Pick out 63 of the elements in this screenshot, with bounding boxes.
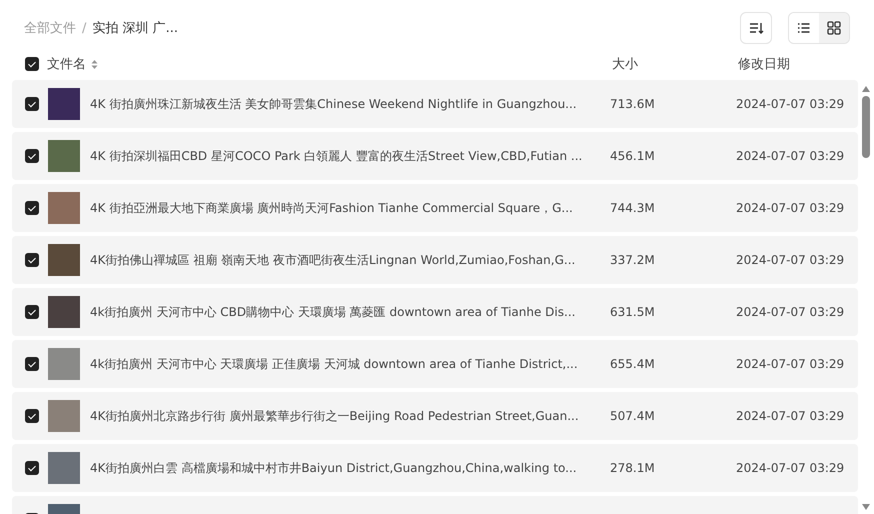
modified-date: 2024-07-07 03:29 bbox=[736, 305, 844, 319]
file-size: 337.2M bbox=[610, 253, 655, 267]
video-thumbnail bbox=[48, 244, 80, 276]
breadcrumb-item: 实拍 深圳 广... bbox=[92, 20, 178, 37]
file-name: 4K街拍廣州白雲 高檔廣場和城中村市井Baiyun District,Guangzhou,China,walking to... bbox=[90, 460, 577, 474]
video-thumbnail bbox=[48, 296, 80, 328]
file-name: 4K街拍廣州北京路步行街 廣州最繁華步行街之一Beijing Road Pedestrian Street,Guan... bbox=[90, 408, 579, 422]
file-size: 631.5M bbox=[610, 305, 655, 319]
file-row[interactable]: 4K街拍廣州北京路步行街 廣州最繁華步行街之一Beijing Road Pedestrian Street,Guan... 507.4M 2024-07-07 03:29 bbox=[12, 392, 858, 440]
video-thumbnail bbox=[48, 400, 80, 432]
column-header[interactable]: 大小 bbox=[612, 55, 738, 73]
file-size: 456.1M bbox=[610, 149, 655, 163]
scroll-down-icon[interactable] bbox=[862, 504, 870, 510]
video-thumbnail bbox=[48, 452, 80, 484]
scroll-up-icon[interactable] bbox=[862, 86, 870, 92]
grid-view-button[interactable] bbox=[819, 13, 849, 43]
video-thumbnail bbox=[48, 192, 80, 224]
file-row[interactable]: 4K街拍佛山禪城區 祖廟 嶺南天地 夜市酒吧街夜生活Lingnan World,Zumiao,Foshan,G... 337.2M 2024-07-07 03:29 bbox=[12, 236, 858, 284]
sort-arrows-icon[interactable] bbox=[91, 58, 98, 70]
row-checkbox[interactable] bbox=[25, 461, 39, 475]
sort-icon bbox=[748, 20, 764, 36]
modified-date: 2024-07-07 03:29 bbox=[736, 409, 844, 423]
file-name: 4K 街拍廣州珠江新城夜生活 美女帥哥雲集Chinese Weekend Nightlife in Guangzhou... bbox=[90, 96, 577, 110]
row-checkbox[interactable] bbox=[25, 409, 39, 423]
file-row[interactable]: 4K 街拍深圳福田CBD 星河COCO Park 白領麗人 豐富的夜生活Street View,CBD,Futian ... 456.1M 2024-07-07 03:29 bbox=[12, 132, 858, 180]
file-row[interactable]: 4K 街拍亞洲最大地下商業廣場 廣州時尚天河Fashion Tianhe Commercial Square，G... 744.3M 2024-07-07 03:29 bbox=[12, 184, 858, 232]
file-size: 655.4M bbox=[610, 357, 655, 371]
list-icon bbox=[797, 21, 811, 35]
row-checkbox[interactable] bbox=[25, 253, 39, 267]
row-checkbox[interactable] bbox=[25, 149, 39, 163]
file-name: 4k街拍廣州 天河市中心 CBD購物中心 天環廣場 萬菱匯 downtown area of Tianhe Dis... bbox=[90, 304, 576, 318]
grid-icon bbox=[827, 21, 841, 35]
modified-date: 2024-07-07 03:29 bbox=[736, 357, 844, 371]
row-checkbox[interactable] bbox=[25, 201, 39, 215]
file-name: 4K 街拍深圳福田CBD 星河COCO Park 白領麗人 豐富的夜生活Street View,CBD,Futian ... bbox=[90, 148, 582, 162]
file-row[interactable]: 4k街拍廣州 天河市中心 天環廣場 正佳廣場 天河城 downtown area of Tianhe District,... 655.4M 2024-07-07 03:29 bbox=[12, 340, 858, 388]
select-all-checkbox[interactable] bbox=[25, 57, 39, 71]
file-size: 278.1M bbox=[610, 461, 655, 475]
row-checkbox[interactable] bbox=[25, 97, 39, 111]
row-checkbox[interactable] bbox=[25, 357, 39, 371]
file-row[interactable]: 4K街拍廣州白雲 高檔廣場和城中村市井Baiyun District,Guangzhou,China,walking to... 278.1M 2024-07-07 03:29 bbox=[12, 444, 858, 492]
modified-date: 2024-07-07 03:29 bbox=[736, 201, 844, 215]
modified-date: 2024-07-07 03:29 bbox=[736, 461, 844, 475]
scrollbar-thumb[interactable] bbox=[862, 96, 870, 158]
file-size: 713.6M bbox=[610, 97, 655, 111]
breadcrumb-separator: / bbox=[82, 20, 86, 36]
modified-date: 2024-07-07 03:29 bbox=[736, 97, 844, 111]
sort-button[interactable] bbox=[740, 12, 772, 44]
file-row[interactable]: 4k街拍廣州 天河市中心 CBD購物中心 天環廣場 萬菱匯 downtown area of Tianhe Dis... 631.5M 2024-07-07 03:29 bbox=[12, 288, 858, 336]
modified-date: 2024-07-07 03:29 bbox=[736, 253, 844, 267]
file-size: 744.3M bbox=[610, 201, 655, 215]
modified-date: 2024-07-07 03:29 bbox=[736, 149, 844, 163]
row-checkbox[interactable] bbox=[25, 305, 39, 319]
file-name: 4K 街拍亞洲最大地下商業廣場 廣州時尚天河Fashion Tianhe Commercial Square，G... bbox=[90, 200, 573, 214]
video-thumbnail bbox=[48, 88, 80, 120]
video-thumbnail bbox=[48, 348, 80, 380]
file-row[interactable]: 4K 街拍廣州珠江新城夜生活 美女帥哥雲集Chinese Weekend Nightlife in Guangzhou... 713.6M 2024-07-07 03:29 bbox=[12, 80, 858, 128]
column-header[interactable]: 文件名 bbox=[47, 55, 86, 73]
file-name: 4k街拍廣州 天河市中心 天環廣場 正佳廣場 天河城 downtown area of Tianhe District,... bbox=[90, 356, 578, 370]
file-size: 507.4M bbox=[610, 409, 655, 423]
video-thumbnail bbox=[48, 140, 80, 172]
file-name: 4K街拍佛山禪城區 祖廟 嶺南天地 夜市酒吧街夜生活Lingnan World,Zumiao,Foshan,G... bbox=[90, 252, 576, 266]
column-header[interactable]: 修改日期 bbox=[738, 55, 790, 73]
